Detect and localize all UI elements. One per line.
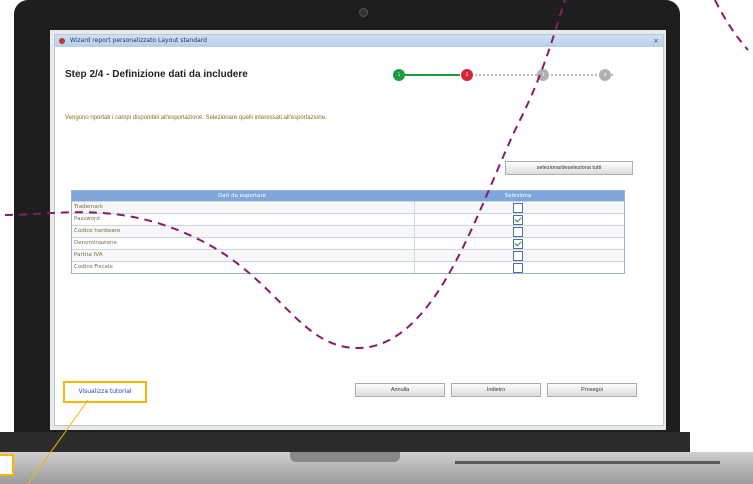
- dashed-curve: [4, 0, 566, 350]
- dashed-curve-right: [714, 0, 749, 51]
- annotation-overlay: [4, 0, 749, 484]
- highlight-connector: [27, 399, 89, 484]
